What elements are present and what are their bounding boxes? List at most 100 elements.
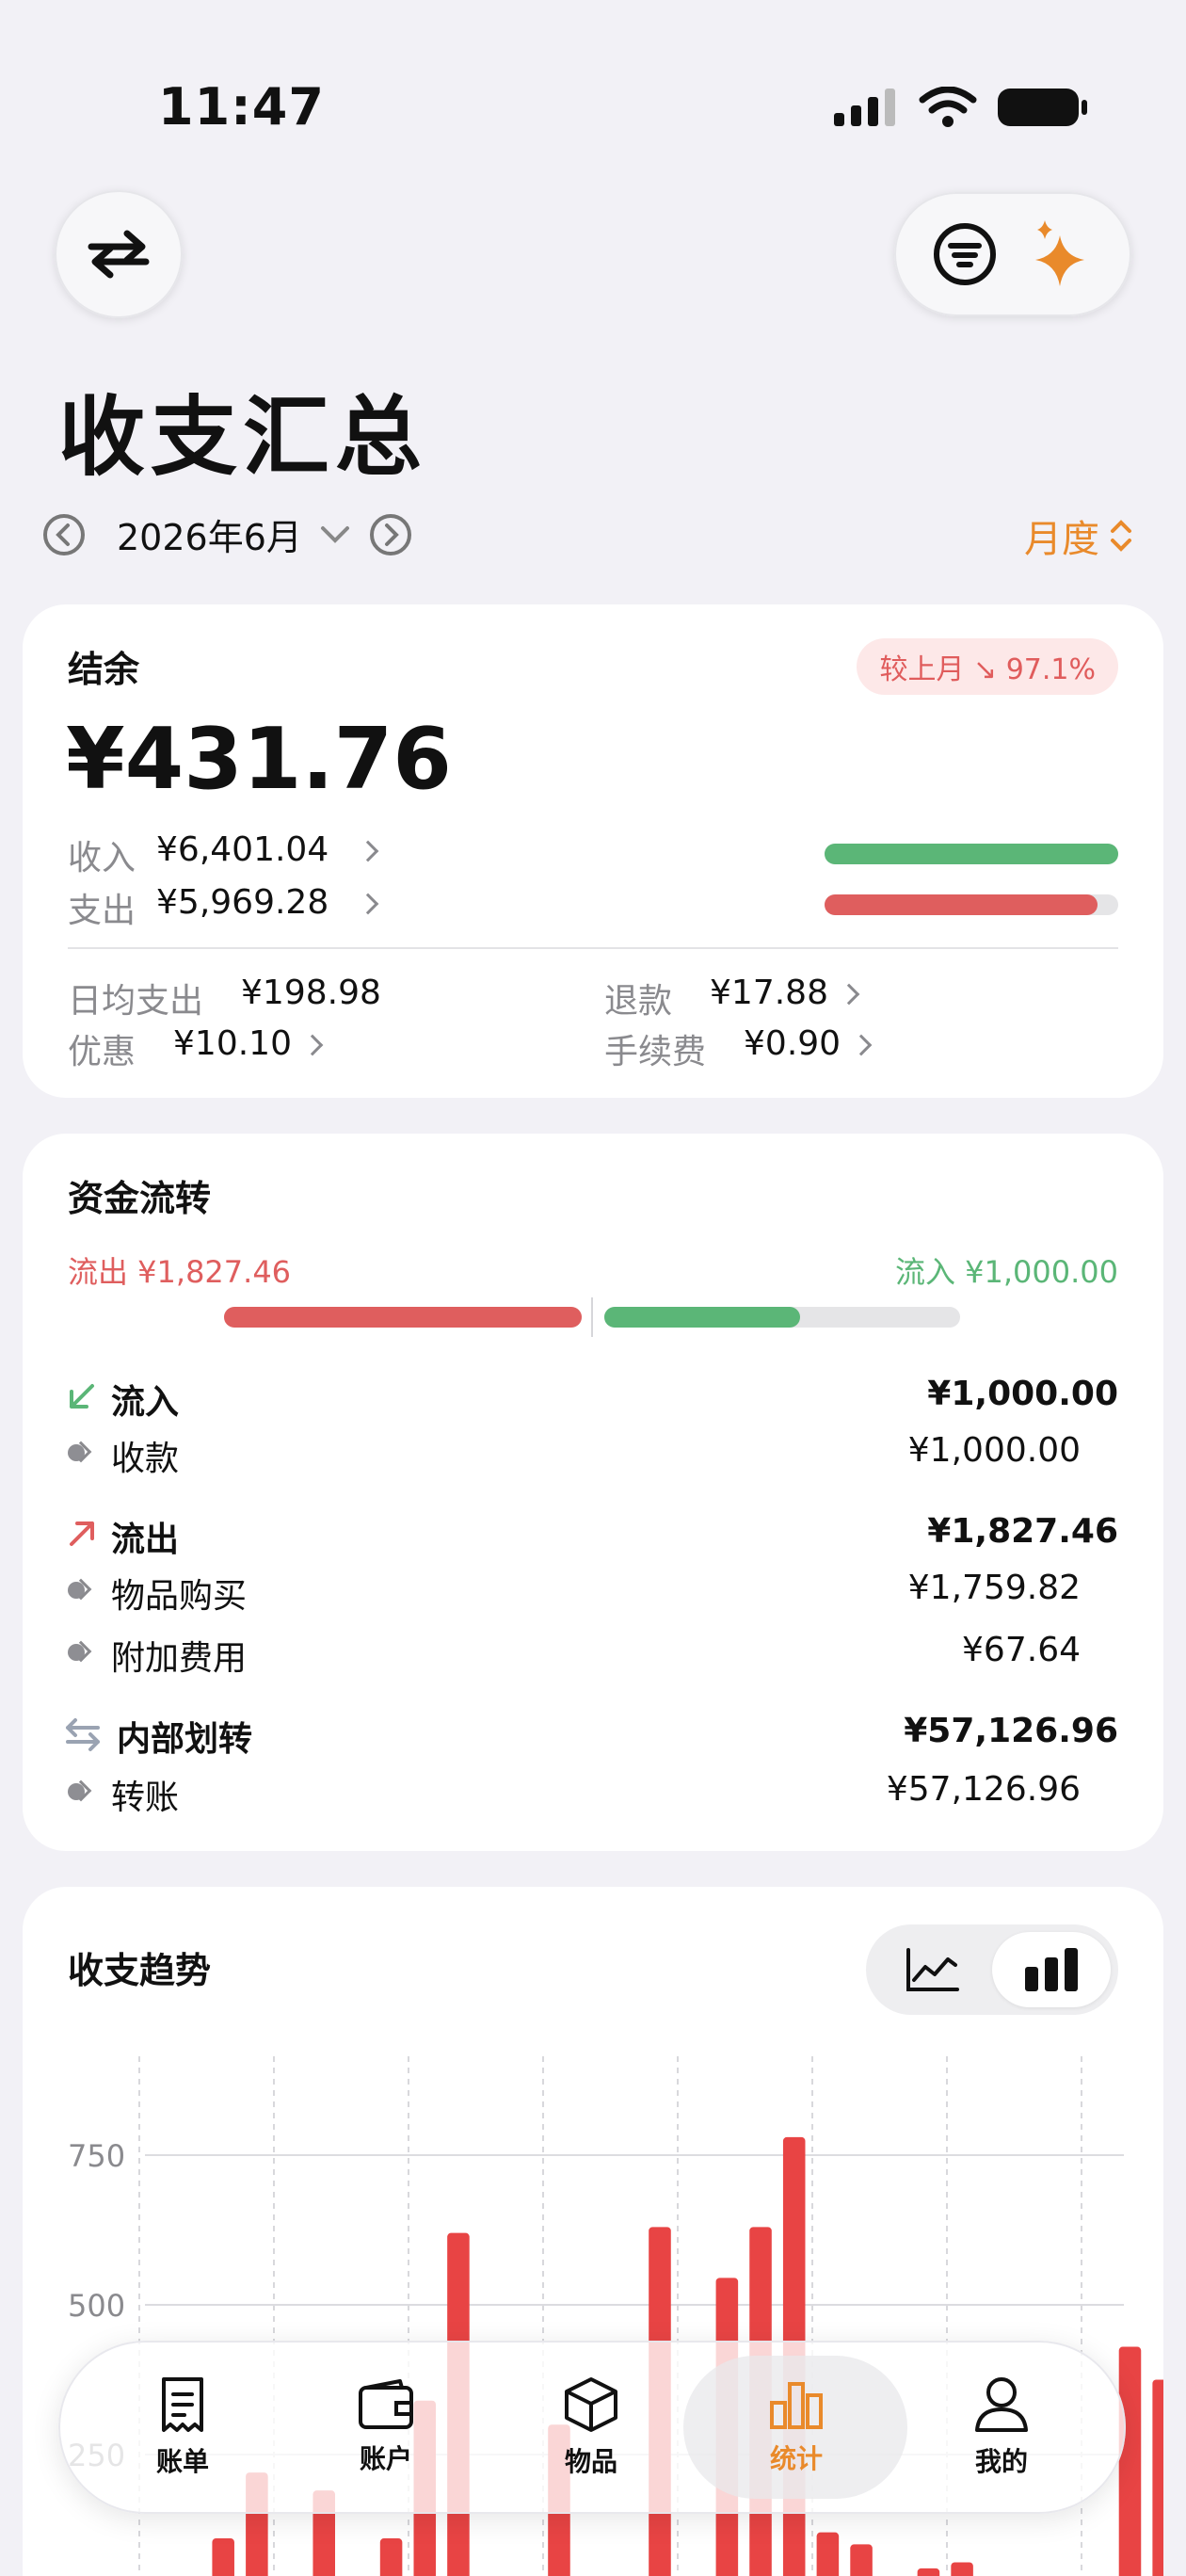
- arrow-up-right-icon: [70, 1521, 94, 1546]
- expense-bar: [825, 894, 1118, 915]
- out-summary: 流出 ¥1,827.46: [68, 1254, 292, 1290]
- income-label: 收入: [68, 839, 136, 877]
- income-bar-fill: [825, 844, 1118, 864]
- in-bar-fill: [604, 1307, 800, 1328]
- swap-icon: [88, 230, 150, 279]
- period-selector: 2026年6月: [41, 508, 413, 560]
- inflow-label: 流入: [111, 1383, 180, 1422]
- chart-bar: [951, 2562, 973, 2576]
- expense-bar-fill: [825, 894, 1098, 915]
- tab-stats[interactable]: 统计: [702, 2341, 890, 2514]
- chart-bar: [379, 2538, 403, 2576]
- bar-chart-icon: [1025, 1948, 1078, 1991]
- period-mode: 月度: [1024, 518, 1099, 561]
- discount-label: 优惠: [68, 1033, 136, 1071]
- prev-period-icon[interactable]: [41, 512, 87, 557]
- tab-bar: 账单 账户 物品 统计 我的: [58, 2341, 1126, 2514]
- chart-bar: [816, 2532, 840, 2576]
- chart-bar: [1152, 2379, 1163, 2576]
- expense-row[interactable]: 支出 ¥5,969.28: [68, 883, 379, 932]
- internal-item-label: 转账: [111, 1779, 180, 1817]
- bar-chart-toggle[interactable]: [992, 1932, 1111, 2007]
- outflow-item-row[interactable]: 物品购买 ¥1,759.82: [68, 1569, 1118, 1616]
- outflow-item-value: ¥67.64: [962, 1631, 1081, 1669]
- sparkle-icon[interactable]: [1028, 218, 1094, 290]
- chart-bar: [212, 2538, 234, 2576]
- income-bar: [825, 844, 1118, 864]
- person-icon: [975, 2377, 1028, 2432]
- chevron-right-icon: [838, 983, 860, 1006]
- line-chart-icon: [906, 1948, 959, 1991]
- period-date[interactable]: 2026年6月: [117, 508, 302, 560]
- chevron-right-icon: [301, 1034, 324, 1056]
- outflow-item-label: 物品购买: [111, 1577, 248, 1616]
- inflow-item-label: 收款: [111, 1440, 180, 1478]
- tab-label: 统计: [769, 2443, 823, 2474]
- receipt-icon: [162, 2377, 203, 2432]
- chevron-right-icon: [357, 840, 379, 862]
- chart-type-toggle: [866, 1924, 1118, 2015]
- transfer-arrows-icon: [66, 1718, 100, 1751]
- period-mode-selector[interactable]: 月度: [1024, 508, 1133, 563]
- wifi-icon: [919, 87, 977, 127]
- tab-bills[interactable]: 账单: [88, 2341, 277, 2514]
- page-title: 收支汇总: [58, 387, 428, 488]
- out-bar: [224, 1307, 582, 1328]
- balance-card: 结余 较上月 ↘ 97.1% ¥431.76 收入 ¥6,401.04 支出 ¥…: [23, 604, 1163, 1098]
- fee-stat[interactable]: 手续费 ¥0.90: [604, 1024, 873, 1073]
- outflow-item-value: ¥1,759.82: [907, 1569, 1081, 1607]
- daily-expense-value: ¥198.98: [241, 974, 381, 1012]
- balance-amount: ¥431.76: [66, 710, 452, 809]
- tab-accounts[interactable]: 账户: [292, 2341, 480, 2514]
- filter-icon[interactable]: [932, 221, 998, 287]
- tab-items[interactable]: 物品: [497, 2341, 685, 2514]
- flow-title: 资金流转: [68, 1178, 212, 1219]
- chart-bar: [917, 2568, 940, 2576]
- balance-title: 结余: [68, 649, 140, 690]
- inflow-item-value: ¥1,000.00: [907, 1431, 1081, 1470]
- fee-value: ¥0.90: [744, 1024, 841, 1063]
- line-chart-toggle[interactable]: [873, 1932, 992, 2007]
- chart-icon: [770, 2382, 823, 2429]
- inflow-item-row[interactable]: 收款 ¥1,000.00: [68, 1431, 1118, 1478]
- tab-label: 我的: [974, 2446, 1028, 2477]
- chevron-down-icon[interactable]: [319, 523, 351, 547]
- expense-value: ¥5,969.28: [156, 883, 329, 922]
- internal-total: ¥57,126.96: [904, 1712, 1118, 1750]
- compare-badge: 较上月 ↘ 97.1%: [857, 638, 1118, 695]
- outflow-label: 流出: [111, 1521, 180, 1559]
- chart-bar: [1118, 2346, 1142, 2576]
- divider: [68, 947, 1118, 949]
- outflow-item-label: 附加费用: [111, 1639, 248, 1678]
- y-tick-label: 750: [68, 2138, 125, 2174]
- fee-label: 手续费: [604, 1033, 707, 1071]
- in-summary: 流入 ¥1,000.00: [894, 1254, 1118, 1290]
- flow-center-line: [591, 1297, 593, 1337]
- internal-item-row[interactable]: 转账 ¥57,126.96: [68, 1770, 1118, 1817]
- chart-bar: [850, 2544, 873, 2576]
- inflow-total: ¥1,000.00: [927, 1375, 1118, 1413]
- battery-icon: [998, 89, 1087, 126]
- next-period-icon[interactable]: [368, 512, 413, 557]
- outflow-total: ¥1,827.46: [927, 1512, 1118, 1551]
- in-bar: [604, 1307, 960, 1328]
- tab-label: 账户: [359, 2443, 412, 2474]
- expense-label: 支出: [68, 892, 136, 930]
- out-bar-fill: [224, 1307, 582, 1328]
- chevron-updown-icon: [1111, 520, 1131, 552]
- tab-label: 账单: [155, 2446, 209, 2477]
- outflow-item-row[interactable]: 附加费用 ¥67.64: [68, 1631, 1118, 1678]
- refund-stat[interactable]: 退款 ¥17.88: [604, 974, 860, 1022]
- daily-expense-stat: 日均支出 ¥198.98: [68, 974, 381, 1022]
- discount-stat[interactable]: 优惠 ¥10.10: [68, 1024, 324, 1073]
- tab-me[interactable]: 我的: [907, 2341, 1096, 2514]
- wallet-icon: [359, 2379, 413, 2429]
- action-pill: [894, 192, 1131, 316]
- status-time: 11:47: [158, 77, 325, 137]
- chevron-right-icon: [850, 1034, 873, 1056]
- chevron-right-icon: [357, 893, 379, 915]
- switch-button[interactable]: [55, 190, 183, 318]
- income-row[interactable]: 收入 ¥6,401.04: [68, 830, 379, 879]
- trend-title: 收支趋势: [68, 1950, 212, 1991]
- refund-value: ¥17.88: [710, 974, 828, 1012]
